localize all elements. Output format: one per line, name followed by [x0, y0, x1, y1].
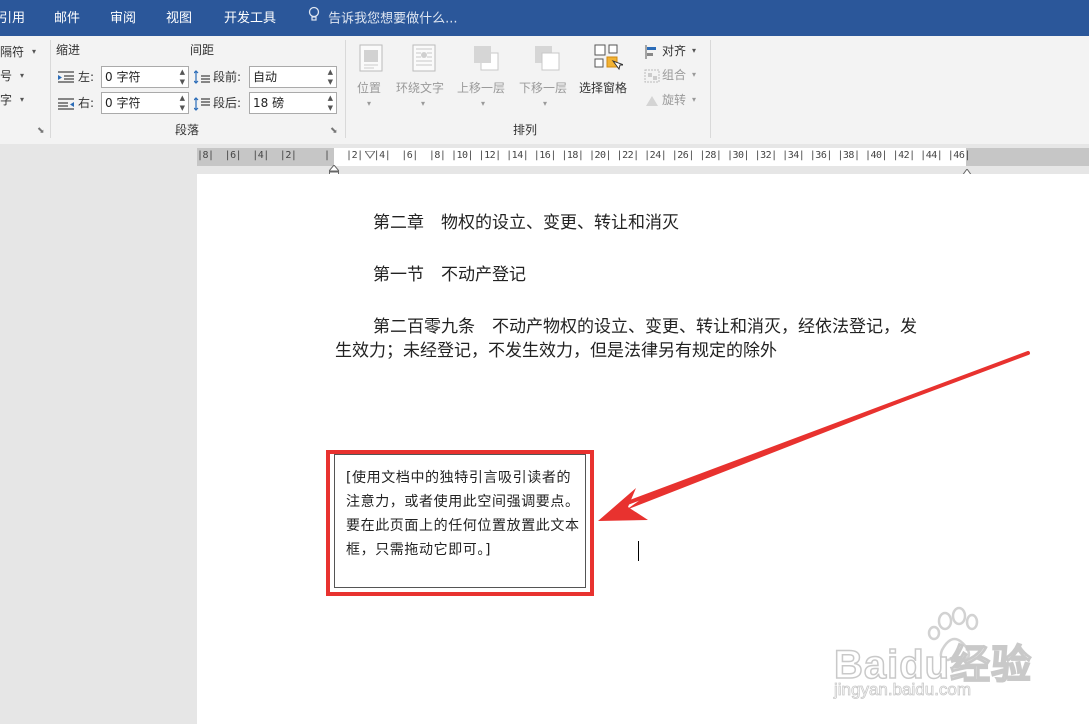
baidu-watermark: Baidu经验 jingyan.baidu.com	[830, 600, 1050, 710]
watermark-url: jingyan.baidu.com	[834, 680, 972, 700]
